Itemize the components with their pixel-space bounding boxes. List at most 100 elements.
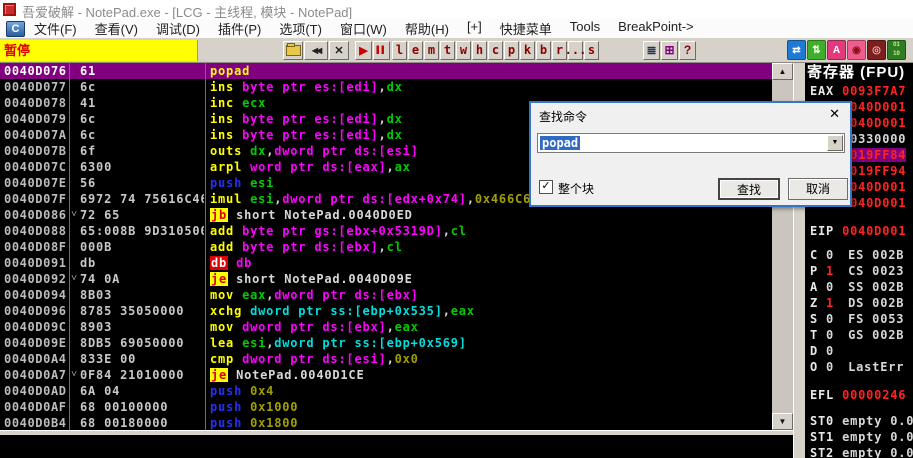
menu-item-5[interactable]: 窗口(W) <box>331 19 396 38</box>
disasm-row[interactable]: 0040D09E8DB5 69050000lea esi,dword ptr s… <box>0 335 772 351</box>
find-button[interactable]: 查找 <box>718 178 780 200</box>
menu-item-2[interactable]: 调试(D) <box>147 19 209 38</box>
disasm-row[interactable]: 0040D091dbdb db <box>0 255 772 271</box>
disasm-instruction: inc ecx <box>204 95 266 111</box>
toolbar-letter-more[interactable]: ... <box>568 41 583 60</box>
flag-row[interactable]: A 0SS 002B 3 <box>805 279 913 295</box>
run-icon: ▶ <box>359 44 367 57</box>
disasm-bytes: 833E 00 <box>80 351 204 367</box>
close-icon: ✕ <box>334 44 343 57</box>
disasm-address: 0040D092 <box>0 271 69 287</box>
restart-button[interactable]: ◀◀ <box>304 41 328 60</box>
record-button[interactable]: ◉ <box>847 40 866 60</box>
disasm-row[interactable]: 0040D0A4833E 00cmp dword ptr ds:[esi],0x… <box>0 351 772 367</box>
fpu-row[interactable]: ST2 empty 0.0 <box>805 445 913 458</box>
disasm-row[interactable]: 0040D07661popad <box>0 63 772 79</box>
disasm-row[interactable]: 0040D0AF68 00100000push 0x1000 <box>0 399 772 415</box>
disasm-address: 0040D091 <box>0 255 69 271</box>
open-file-button[interactable] <box>283 41 303 60</box>
toolbar-letter-h[interactable]: h <box>472 41 487 60</box>
disasm-address: 0040D0A7 <box>0 367 69 383</box>
menu-item-6[interactable]: 帮助(H) <box>396 19 458 38</box>
disasm-row[interactable]: 0040D09C8903mov dword ptr ds:[ebx],eax <box>0 319 772 335</box>
letter-a-button[interactable]: A <box>827 40 846 60</box>
list-icon: ≣ <box>646 43 656 57</box>
disasm-row[interactable]: 0040D0A7˅0F84 21010000je NotePad.0040D1C… <box>0 367 772 383</box>
register-row[interactable]: EAX0093F7A7 <box>805 83 913 99</box>
segment-name: GS <box>848 328 864 342</box>
menu-item-8[interactable]: 快捷菜单 <box>491 19 561 38</box>
toolbar-letter-s[interactable]: s <box>584 41 599 60</box>
help-button[interactable]: ? <box>679 41 696 60</box>
cancel-button[interactable]: 取消 <box>788 178 848 200</box>
entire-block-checkbox[interactable]: ✓ <box>539 180 553 194</box>
scroll-up-button[interactable]: ▲ <box>772 63 793 80</box>
disasm-address: 0040D086 <box>0 207 69 223</box>
flag-row[interactable]: S 0FS 0053 3 <box>805 311 913 327</box>
disasm-row[interactable]: 0040D08F000Badd byte ptr ds:[ebx],cl <box>0 239 772 255</box>
debugger-window: 吾爱破解 - NotePad.exe - [LCG - 主线程, 模块 - No… <box>0 0 913 458</box>
register-extra: N <box>906 224 913 238</box>
window-button[interactable]: ⊞ <box>661 41 678 60</box>
toolbar-letter-k[interactable]: k <box>520 41 535 60</box>
jump-marker: ˅ <box>69 271 80 287</box>
chevron-down-icon[interactable]: ▼ <box>827 135 843 151</box>
toolbar-letter-p[interactable]: p <box>504 41 519 60</box>
toolbar-letter-m[interactable]: m <box>424 41 439 60</box>
list-button[interactable]: ≣ <box>643 41 660 60</box>
binary-button[interactable]: 01 10 <box>887 40 906 60</box>
close-icon[interactable]: ✕ <box>829 106 840 122</box>
menu-item-7[interactable]: [+] <box>458 19 491 38</box>
segment-extra: 3 <box>904 264 913 278</box>
disasm-row[interactable]: 0040D0AD6A 04push 0x4 <box>0 383 772 399</box>
fpu-row[interactable]: ST0 empty 0.0 <box>805 413 913 429</box>
flag-row[interactable]: T 0GS 002B 3 <box>805 327 913 343</box>
target-icon: ◎ <box>872 46 881 55</box>
updown-arrows-button[interactable]: ⇅ <box>807 40 826 60</box>
disasm-row[interactable]: 0040D0968785 35050000xchg dword ptr ss:[… <box>0 303 772 319</box>
register-name: EAX <box>810 84 834 98</box>
toolbar-letter-t[interactable]: t <box>440 41 455 60</box>
toolbar-letter-e[interactable]: e <box>408 41 423 60</box>
disasm-bytes: 6c <box>80 111 204 127</box>
menu-item-1[interactable]: 查看(V) <box>86 19 147 38</box>
toolbar-letter-w[interactable]: w <box>456 41 471 60</box>
flag-row[interactable]: O 0LastErr E <box>805 359 913 375</box>
menu-item-4[interactable]: 选项(T) <box>270 19 331 38</box>
disasm-row[interactable]: 0040D086˅72 65jb short NotePad.0040D0ED <box>0 207 772 223</box>
pause-button[interactable]: ▌▌ <box>373 41 390 60</box>
disasm-row[interactable]: 0040D0948B03mov eax,dword ptr ds:[ebx] <box>0 287 772 303</box>
register-extra: ( <box>906 388 913 402</box>
register-row[interactable]: EIP0040D001 N <box>805 223 913 239</box>
disasm-row[interactable]: 0040D08865:008B 9D310500add byte ptr gs:… <box>0 223 772 239</box>
disasm-row[interactable]: 0040D092˅74 0Aje short NotePad.0040D09E <box>0 271 772 287</box>
menu-item-0[interactable]: 文件(F) <box>25 19 86 38</box>
segment-value: 002B <box>864 296 904 310</box>
register-row[interactable]: EFL00000246 ( <box>805 387 913 403</box>
flag-row[interactable]: Z 1DS 002B 3 <box>805 295 913 311</box>
swap-arrows-button[interactable]: ⇄ <box>787 40 806 60</box>
search-input-value[interactable]: popad <box>540 136 580 150</box>
disasm-row[interactable]: 0040D0776cins byte ptr es:[edi],dx <box>0 79 772 95</box>
run-button[interactable]: ▶ <box>355 41 372 60</box>
search-combobox[interactable]: popad ▼ <box>537 133 845 153</box>
scroll-down-button[interactable]: ▼ <box>772 413 793 430</box>
menu-item-9[interactable]: Tools <box>561 19 609 38</box>
toolbar-letter-b[interactable]: b <box>536 41 551 60</box>
menu-item-3[interactable]: 插件(P) <box>209 19 270 38</box>
mdi-child-icon[interactable]: C <box>6 21 25 37</box>
toolbar-letter-c[interactable]: c <box>488 41 503 60</box>
flag-row[interactable]: P 1CS 0023 3 <box>805 263 913 279</box>
menu-item-10[interactable]: BreakPoint-> <box>609 19 703 38</box>
disasm-row[interactable]: 0040D0B468 00180000push 0x1800 <box>0 415 772 430</box>
target-button[interactable]: ◎ <box>867 40 886 60</box>
flag-row[interactable]: C 0ES 002B 3 <box>805 247 913 263</box>
column-separator-address <box>69 63 70 430</box>
flag-row[interactable]: D 0 <box>805 343 913 359</box>
register-name: EFL <box>810 388 834 402</box>
toolbar-letter-l[interactable]: l <box>392 41 407 60</box>
spacer <box>805 375 913 387</box>
segment-value: 0053 <box>864 312 904 326</box>
close-button[interactable]: ✕ <box>329 41 349 60</box>
fpu-row[interactable]: ST1 empty 0.0 <box>805 429 913 445</box>
